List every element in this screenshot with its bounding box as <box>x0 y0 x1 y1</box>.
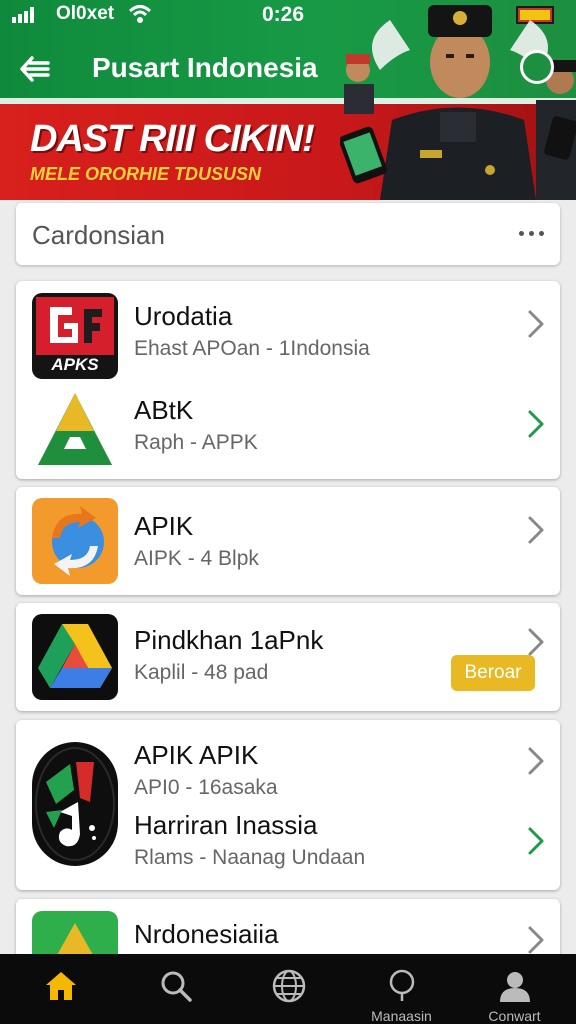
carrier-name: Ol0xet <box>56 3 115 24</box>
app-subtitle: API0 - 16asaka <box>134 776 278 799</box>
app-subtitle: AIPK - 4 Blpk <box>134 547 259 570</box>
app-name: Pindkhan 1aPnk <box>134 625 324 655</box>
chevron-right-icon[interactable] <box>526 309 546 339</box>
nav-profile[interactable]: Conwart <box>457 954 572 1024</box>
app-subtitle: Raph - APPK <box>134 431 258 454</box>
triangle-app-icon <box>32 387 118 473</box>
apks-app-icon: APKS <box>32 293 118 379</box>
signal-icon <box>12 7 34 23</box>
list-item[interactable]: APIK APIK API0 - 16asaka <box>16 720 560 804</box>
page-title: Pusart Indonesia <box>92 52 318 83</box>
wifi-icon <box>128 5 152 23</box>
profile-icon <box>500 972 530 1002</box>
chat-bubble-icon[interactable] <box>520 50 554 84</box>
app-name: Harriran Inassia <box>134 810 318 840</box>
back-arrow-icon[interactable] <box>18 52 52 86</box>
list-item[interactable]: APIK AIPK - 4 Blpk <box>16 487 560 595</box>
app-name: APIK APIK <box>134 740 259 770</box>
app-name: Urodatia <box>134 301 233 331</box>
app-subtitle: Ehast APOan - 1Indonsia <box>134 337 370 360</box>
drive-app-icon <box>32 614 118 700</box>
app-name: APIK <box>134 511 194 541</box>
list-item[interactable]: APKS Urodatia Ehast APOan - 1Indonsia <box>16 281 560 379</box>
list-item[interactable]: Pindkhan 1aPnk Kaplil - 48 pad Beroar <box>16 603 560 711</box>
nav-explore[interactable] <box>231 954 346 1024</box>
app-card: Pindkhan 1aPnk Kaplil - 48 pad Beroar <box>16 603 560 711</box>
chevron-right-icon[interactable] <box>526 746 546 776</box>
more-options-icon[interactable] <box>519 231 544 236</box>
globe-icon <box>272 969 306 1003</box>
app-subtitle: Kaplil - 48 pad <box>134 661 269 684</box>
app-name: ABtK <box>134 395 194 425</box>
nav-label: Conwart <box>488 1008 541 1024</box>
search-query: Cardonsian <box>32 220 165 250</box>
nav-label: Manaasin <box>371 1008 432 1024</box>
app-header: Ol0xet 0:26 Pusart Indonesia DAST RIII C… <box>0 0 576 200</box>
chevron-right-icon[interactable] <box>526 826 546 856</box>
list-item[interactable]: Harriran Inassia Rlams - Naanag Undaan <box>16 804 560 890</box>
banner-headline: DAST RIII CIKIN! <box>30 118 315 160</box>
banner-subtitle: MELE ORORHIE TDUSUSN <box>30 164 262 184</box>
bottom-navigation: Manaasin Conwart <box>0 954 576 1024</box>
app-card: APKS Urodatia Ehast APOan - 1Indonsia AB… <box>16 281 560 479</box>
chevron-right-icon[interactable] <box>526 409 546 439</box>
nav-home[interactable] <box>3 954 118 1024</box>
app-subtitle: Rlams - Naanag Undaan <box>134 846 366 869</box>
apks-icon-label: APKS <box>51 355 99 374</box>
search-icon <box>161 971 192 1002</box>
install-badge-button[interactable]: Beroar <box>451 655 535 691</box>
chevron-right-icon[interactable] <box>526 627 546 657</box>
app-card: APIK AIPK - 4 Blpk <box>16 487 560 595</box>
app-name: Nrdonesiaiia <box>134 919 279 949</box>
status-time: 0:26 <box>262 3 305 26</box>
pin-icon <box>389 969 415 1001</box>
chevron-right-icon[interactable] <box>526 515 546 545</box>
refresh-app-icon <box>32 498 118 584</box>
home-icon <box>46 972 76 1000</box>
list-item[interactable]: ABtK Raph - APPK <box>16 381 560 479</box>
search-bar[interactable]: Cardonsian <box>16 203 560 265</box>
chevron-right-icon[interactable] <box>526 925 546 955</box>
hero-officer-image <box>340 5 576 200</box>
app-card: APIK APIK API0 - 16asaka Harriran Inassi… <box>16 720 560 890</box>
nav-manaasin[interactable]: Manaasin <box>344 954 459 1024</box>
nav-search[interactable] <box>118 954 233 1024</box>
